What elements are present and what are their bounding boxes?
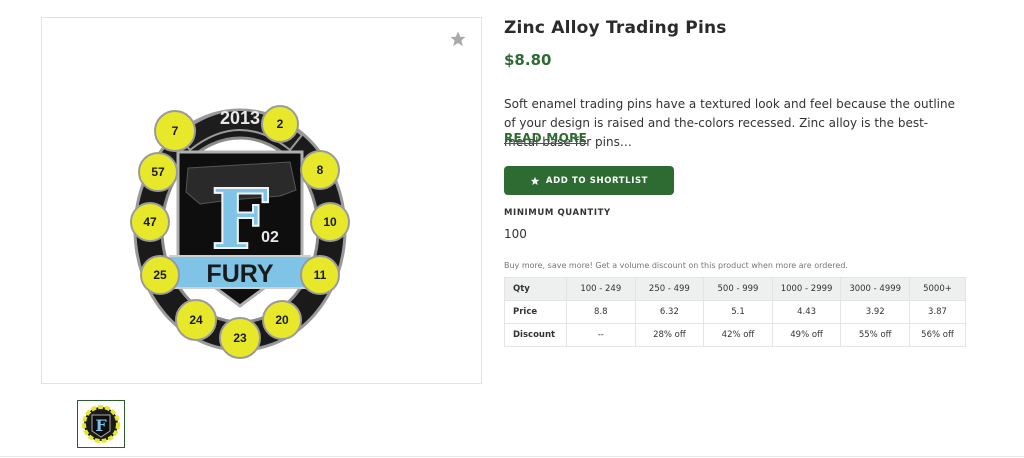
pin-ball: 10	[310, 202, 350, 242]
pin-ball-number: 23	[233, 331, 247, 345]
thumbnail-letter: F	[95, 416, 107, 435]
pin-ball-number: 11	[314, 268, 327, 282]
divider	[0, 456, 1024, 457]
table-cell: 3.92	[840, 300, 910, 324]
pin-ball-number: 47	[143, 215, 157, 229]
favorite-star-icon[interactable]	[449, 30, 467, 48]
add-to-shortlist-button[interactable]: ADD TO SHORTLIST	[504, 166, 674, 195]
pin-ball-number: 25	[153, 268, 167, 282]
pin-ball: 25	[140, 255, 180, 295]
table-row: Discount -- 28% off 42% off 49% off 55% …	[504, 323, 966, 347]
table-cell: Price	[504, 300, 567, 324]
minimum-quantity-value: 100	[504, 227, 527, 241]
table-cell: 49% off	[771, 323, 842, 347]
add-to-shortlist-label: ADD TO SHORTLIST	[545, 175, 649, 186]
pin-number: 02	[261, 229, 279, 246]
pin-ball: 7	[154, 110, 196, 152]
table-header-cell: 3000 - 4999	[840, 277, 910, 301]
table-header-cell: 100 - 249	[566, 277, 636, 301]
pin-ball: 8	[300, 150, 340, 190]
product-image: 2013 F 02 FURY 7 2 8 10 11 20 23 24 25 4…	[130, 105, 350, 359]
pin-ball-number: 2	[277, 117, 284, 131]
volume-discount-note: Buy more, save more! Get a volume discou…	[504, 261, 848, 270]
table-header-cell: 1000 - 2999	[771, 277, 842, 301]
pin-ball: 47	[130, 202, 170, 242]
table-cell: 55% off	[840, 323, 910, 347]
table-cell: 5.1	[703, 300, 773, 324]
pin-ball: 2	[261, 105, 299, 143]
product-price: $8.80	[504, 51, 552, 69]
pin-letter: F	[211, 172, 269, 268]
table-cell: Discount	[504, 323, 567, 347]
pin-ball-number: 7	[172, 124, 179, 138]
star-icon	[530, 176, 540, 185]
table-cell: 4.43	[771, 300, 842, 324]
table-header-cell: 500 - 999	[703, 277, 773, 301]
pin-ball: 57	[138, 152, 178, 192]
pin-ball: 11	[300, 255, 340, 295]
thumbnail[interactable]: F	[77, 400, 125, 448]
table-cell: 56% off	[909, 323, 966, 347]
table-cell: 8.8	[566, 300, 636, 324]
pin-ball: 23	[219, 317, 261, 359]
pin-ball: 24	[175, 299, 217, 341]
pin-ball-number: 57	[151, 165, 165, 179]
pin-ball: 20	[262, 300, 302, 340]
pin-year: 2013	[220, 108, 260, 128]
table-cell: 6.32	[634, 300, 705, 324]
product-title: Zinc Alloy Trading Pins	[504, 18, 727, 38]
table-header-cell: 250 - 499	[634, 277, 705, 301]
table-cell: 28% off	[634, 323, 705, 347]
pin-ball-number: 20	[275, 313, 289, 327]
table-header-cell: Qty	[504, 277, 567, 301]
table-header-cell: 5000+	[909, 277, 966, 301]
table-cell: 42% off	[703, 323, 773, 347]
pricing-tier-table: Qty 100 - 249 250 - 499 500 - 999 1000 -…	[504, 277, 966, 347]
table-cell: 3.87	[909, 300, 966, 324]
pin-team-name: FURY	[206, 260, 273, 288]
pin-ball-number: 24	[189, 313, 203, 327]
table-cell: --	[566, 323, 636, 347]
minimum-quantity-label: MINIMUM QUANTITY	[504, 208, 611, 218]
read-more-link[interactable]: READ MORE	[504, 131, 587, 145]
thumbnail-image: F	[82, 405, 120, 443]
pin-ball-number: 8	[317, 163, 324, 177]
table-header-row: Qty 100 - 249 250 - 499 500 - 999 1000 -…	[504, 277, 966, 301]
pin-ball-number: 10	[323, 215, 337, 229]
table-row: Price 8.8 6.32 5.1 4.43 3.92 3.87	[504, 300, 966, 324]
product-image-frame: 2013 F 02 FURY 7 2 8 10 11 20 23 24 25 4…	[41, 17, 482, 384]
